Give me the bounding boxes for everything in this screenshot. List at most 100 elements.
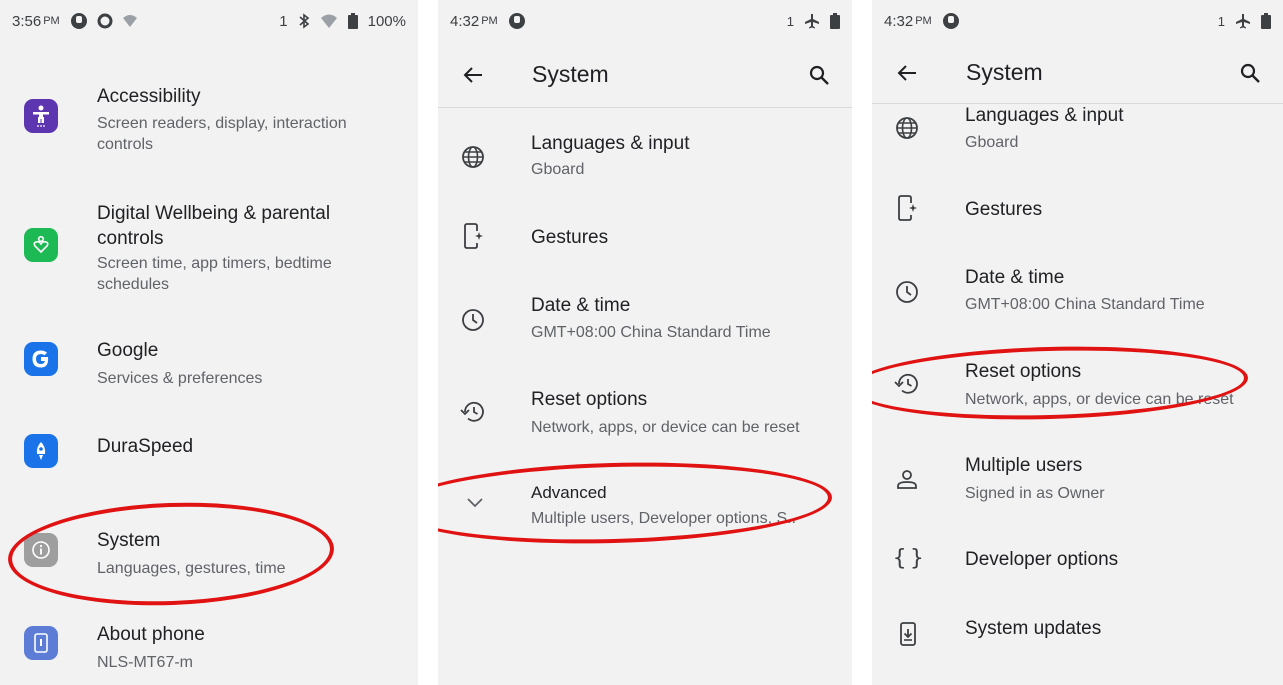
gestures-icon [464,223,483,249]
status-ampm: PM [915,15,932,27]
system-item-gestures[interactable]: Gestures [438,218,852,258]
battery-icon [1261,13,1271,29]
item-title: Google [97,340,159,361]
system-item-date-time[interactable]: Date & time GMT+08:00 China Standard Tim… [438,290,852,350]
status-time: 4:32 [884,12,914,30]
item-subtitle: Services & preferences [97,370,263,387]
item-subtitle: Screen time, app timers, bedtime schedul… [97,255,332,293]
wifi-signal-icon [320,13,338,29]
settings-item-digital-wellbeing[interactable]: Digital Wellbeing & parental controls Sc… [0,198,418,308]
globe-icon [896,117,918,139]
settings-item-duraspeed[interactable]: DuraSpeed [0,428,418,488]
globe-icon [462,146,484,168]
airplane-icon [1235,13,1251,29]
item-subtitle: GMT+08:00 China Standard Time [965,296,1205,313]
system-screen-expanded: 4:32 PM 1 Languages & input Gboard Syste… [872,0,1283,685]
item-title: Date & time [965,267,1065,288]
search-icon[interactable] [1239,62,1261,84]
notification-icon [942,12,960,30]
page-title: System [966,59,1043,85]
info-icon [24,533,58,567]
clock-icon [462,309,484,331]
system-item-multiple-users[interactable]: Multiple users Signed in as Owner [872,452,1283,512]
clock-icon [896,281,918,303]
system-item-reset-options[interactable]: Reset options Network, apps, or device c… [872,356,1283,416]
accessibility-icon [24,99,58,133]
settings-item-system[interactable]: System Languages, gestures, time [0,524,418,586]
settings-item-about-phone[interactable]: About phone NLS-MT67-m [0,620,418,680]
status-battery: 100% [367,12,406,30]
back-arrow-icon[interactable] [896,62,918,84]
item-subtitle: Signed in as Owner [965,485,1105,502]
settings-item-accessibility[interactable]: Accessibility Screen readers, display, i… [0,82,418,182]
search-icon[interactable] [808,64,830,86]
app-bar: System [438,42,852,108]
status-bar: 3:56 PM 1 100% [0,0,418,42]
sync-icon [96,12,114,30]
status-bar: 4:32 PM 1 [438,0,852,42]
system-item-reset-options[interactable]: Reset options Network, apps, or device c… [438,384,852,444]
item-title: Date & time [531,295,631,316]
item-subtitle: Network, apps, or device can be reset [965,391,1234,408]
system-item-languages[interactable]: Languages & input Gboard [438,128,852,188]
system-item-system-updates[interactable]: System updates [872,612,1283,662]
person-icon [897,470,917,489]
item-title: Gestures [531,227,609,248]
item-title: Advanced [531,483,607,502]
item-title: Developer options [965,549,1119,570]
item-title: Languages & input [965,105,1124,126]
system-item-gestures[interactable]: Gestures [872,190,1283,230]
system-item-advanced[interactable]: Advanced Multiple users, Developer optio… [438,480,852,540]
notification-icon [508,12,526,30]
item-title: Languages & input [531,133,690,154]
system-item-date-time[interactable]: Date & time GMT+08:00 China Standard Tim… [872,262,1283,322]
item-subtitle: Network, apps, or device can be reset [531,419,800,436]
item-title: System [97,530,161,551]
page-title: System [532,61,609,87]
item-subtitle: Multiple users, Developer options, S.. [531,510,797,527]
item-title: Multiple users [965,455,1083,476]
item-subtitle: Languages, gestures, time [97,560,286,577]
item-title: System updates [965,618,1102,639]
item-subtitle: Gboard [531,161,585,178]
phone-icon [24,626,58,660]
wifi-icon [122,13,138,29]
system-item-languages[interactable]: Languages & input Gboard [872,100,1283,160]
app-bar: System [872,42,1283,104]
reset-icon [460,401,484,422]
status-sim: 1 [786,13,794,29]
item-title: Accessibility [97,86,201,107]
rocket-icon [24,434,58,468]
system-item-developer-options[interactable]: {} Developer options [872,542,1283,582]
wellbeing-icon [24,228,58,262]
braces-icon: {} [893,546,928,571]
item-subtitle: Gboard [965,134,1019,151]
system-update-icon [900,622,916,646]
item-title: Digital Wellbeing & parental controls [97,203,331,249]
status-sim: 1 [1217,13,1225,29]
gestures-icon [898,195,917,221]
item-title: Reset options [965,361,1082,382]
item-title: Gestures [965,199,1043,220]
battery-icon [347,13,358,29]
airplane-icon [804,13,820,29]
chevron-down-icon [467,498,483,508]
bluetooth-icon [298,13,310,29]
status-time: 4:32 [450,12,480,30]
settings-item-google[interactable]: Google Services & preferences [0,336,418,396]
status-time: 3:56 [12,12,42,30]
notification-icon [70,12,88,30]
settings-screen: 3:56 PM 1 100% Accessibility Screen read… [0,0,418,685]
status-bar: 4:32 PM 1 [872,0,1283,42]
status-sim: 1 [279,12,288,30]
item-title: Reset options [531,389,648,410]
battery-icon [830,13,840,29]
item-subtitle: NLS-MT67-m [97,654,194,671]
back-arrow-icon[interactable] [462,64,484,86]
status-ampm: PM [481,15,498,27]
system-screen: 4:32 PM 1 System Languages & input Gboar… [438,0,852,685]
reset-icon [894,373,918,394]
status-ampm: PM [43,15,60,27]
item-subtitle: Screen readers, display, interaction con… [97,115,347,153]
google-icon [24,342,58,376]
